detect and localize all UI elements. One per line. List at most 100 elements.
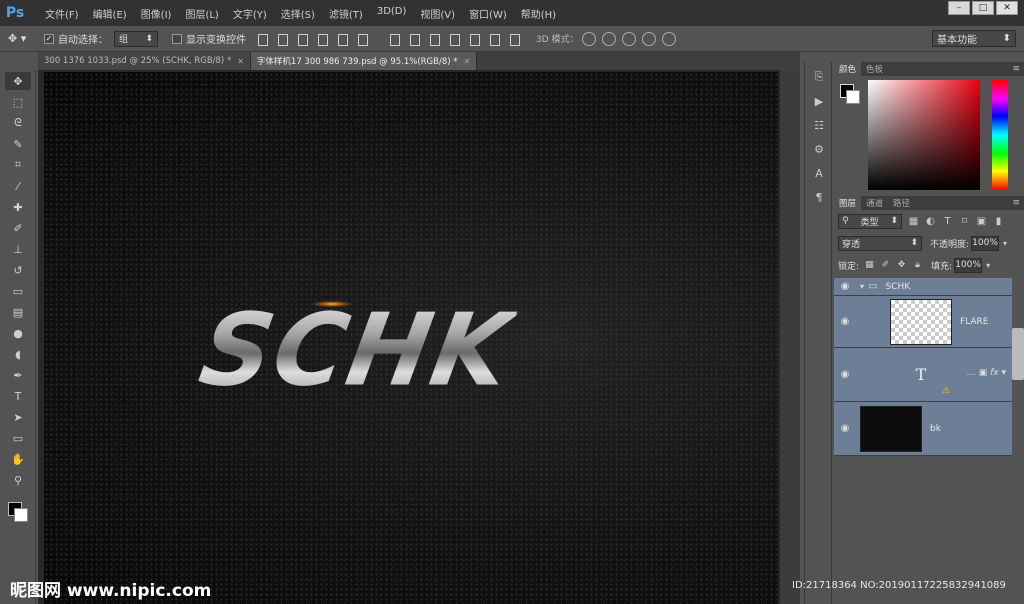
- 3d-roll-icon[interactable]: [601, 31, 616, 46]
- distribute-bottom-icon[interactable]: [427, 32, 441, 46]
- tab-swatches[interactable]: 色板: [861, 62, 888, 76]
- eye-icon[interactable]: ◉: [834, 423, 856, 434]
- tab-doc-2[interactable]: 字体样机17 300 986 739.psd @ 95.1%(RGB/8) * ✕: [250, 52, 478, 70]
- clone-stamp-tool-icon[interactable]: ⊥: [5, 240, 31, 258]
- blend-mode-dropdown[interactable]: 穿透 ⬍: [838, 235, 922, 251]
- menu-edit[interactable]: 编辑(E): [86, 6, 134, 21]
- history-brush-tool-icon[interactable]: ↺: [5, 261, 31, 279]
- 3d-rotate-icon[interactable]: [581, 31, 596, 46]
- distribute-right-icon[interactable]: [487, 32, 501, 46]
- 3d-pan-icon[interactable]: [621, 31, 636, 46]
- auto-align-icon[interactable]: [507, 32, 521, 46]
- chevron-down-icon[interactable]: ▾: [999, 236, 1011, 251]
- distribute-left-icon[interactable]: [447, 32, 461, 46]
- eye-icon[interactable]: ◉: [834, 316, 856, 327]
- align-vcenter-icon[interactable]: [275, 32, 289, 46]
- align-right-icon[interactable]: [355, 32, 369, 46]
- fx-icon[interactable]: … ▣ fx ▾: [967, 368, 1006, 378]
- menu-help[interactable]: 帮助(H): [514, 6, 563, 21]
- lock-position-icon[interactable]: ✥: [896, 260, 907, 271]
- filter-pixel-icon[interactable]: ▦: [908, 216, 919, 227]
- align-bottom-icon[interactable]: [295, 32, 309, 46]
- lock-image-icon[interactable]: ✐: [880, 260, 891, 271]
- menu-3d[interactable]: 3D(D): [370, 6, 414, 21]
- actions-panel-icon[interactable]: ▶: [809, 92, 829, 110]
- crop-tool-icon[interactable]: ⌗: [5, 156, 31, 174]
- align-top-icon[interactable]: [255, 32, 269, 46]
- eye-icon[interactable]: ◉: [834, 369, 856, 380]
- history-panel-icon[interactable]: ⎘: [809, 68, 829, 86]
- layer-text[interactable]: ◉ T ⚠ … ▣ fx ▾: [834, 348, 1012, 402]
- menu-view[interactable]: 视图(V): [413, 6, 462, 21]
- distribute-vcenter-icon[interactable]: [407, 32, 421, 46]
- blur-tool-icon[interactable]: ●: [5, 324, 31, 342]
- align-left-icon[interactable]: [315, 32, 329, 46]
- character-panel-icon[interactable]: A: [809, 164, 829, 182]
- distribute-top-icon[interactable]: [387, 32, 401, 46]
- fill-input[interactable]: 100%: [954, 257, 983, 273]
- panel-menu-icon[interactable]: ≡: [1012, 198, 1020, 208]
- brush-tool-icon[interactable]: ✐: [5, 219, 31, 237]
- distribute-hcenter-icon[interactable]: [467, 32, 481, 46]
- gradient-tool-icon[interactable]: ▤: [5, 303, 31, 321]
- menu-select[interactable]: 选择(S): [274, 6, 322, 21]
- auto-select-checkbox[interactable]: ✓: [44, 33, 54, 44]
- tool-presets-icon[interactable]: ⚙: [809, 140, 829, 158]
- close-icon[interactable]: ✕: [464, 57, 471, 66]
- filter-toggle-icon[interactable]: ▮: [993, 216, 1004, 227]
- close-button[interactable]: ✕: [996, 1, 1018, 15]
- lasso-tool-icon[interactable]: ᘓ: [5, 114, 31, 132]
- menu-type[interactable]: 文字(Y): [226, 6, 274, 21]
- menu-file[interactable]: 文件(F): [38, 6, 86, 21]
- 3d-slide-icon[interactable]: [641, 31, 656, 46]
- move-tool-icon[interactable]: ✥: [5, 72, 31, 90]
- tab-doc-1[interactable]: 300 1376 1033.psd @ 25% (SCHK, RGB/8) * ✕: [38, 52, 251, 70]
- tab-paths[interactable]: 路径: [888, 196, 915, 210]
- type-tool-icon[interactable]: T: [5, 387, 31, 405]
- dodge-tool-icon[interactable]: ◖: [5, 345, 31, 363]
- pen-tool-icon[interactable]: ✒: [5, 366, 31, 384]
- zoom-tool-icon[interactable]: ⚲: [5, 471, 31, 489]
- auto-select-dropdown[interactable]: 组 ⬍: [114, 30, 158, 47]
- color-picker-field[interactable]: [868, 80, 980, 190]
- marquee-tool-icon[interactable]: ⬚: [5, 93, 31, 111]
- opacity-input[interactable]: 100%: [971, 235, 1000, 251]
- quick-select-tool-icon[interactable]: ✎: [5, 135, 31, 153]
- layer-group-schk[interactable]: ◉ ▾ ▭ SCHK: [834, 278, 1012, 296]
- filter-type-icon[interactable]: T: [942, 216, 953, 227]
- eyedropper-tool-icon[interactable]: ⁄: [5, 177, 31, 195]
- show-transform-checkbox[interactable]: [172, 33, 182, 44]
- expand-arrow-icon[interactable]: ▾: [860, 282, 864, 291]
- filter-shape-icon[interactable]: ⌑: [959, 216, 970, 227]
- minimize-button[interactable]: –: [948, 1, 970, 15]
- document-canvas[interactable]: SCHK: [44, 72, 778, 604]
- panel-menu-icon[interactable]: ≡: [1012, 64, 1020, 74]
- tab-layers[interactable]: 图层: [834, 196, 862, 210]
- layer-flare[interactable]: ◉ FLARE: [834, 296, 1012, 348]
- paragraph-panel-icon[interactable]: ¶: [809, 188, 829, 206]
- menu-image[interactable]: 图像(I): [134, 6, 179, 21]
- lock-transparent-icon[interactable]: ▦: [864, 260, 875, 271]
- color-panel-background-swatch[interactable]: [846, 90, 860, 104]
- layers-scrollbar-thumb[interactable]: [1012, 328, 1024, 380]
- tab-color[interactable]: 颜色: [834, 62, 862, 76]
- canvas-vertical-scrollbar[interactable]: [780, 70, 800, 604]
- chevron-down-icon[interactable]: ▾: [982, 258, 994, 273]
- maximize-button[interactable]: □: [972, 1, 994, 15]
- menu-layer[interactable]: 图层(L): [178, 6, 225, 21]
- filter-adjustment-icon[interactable]: ◐: [925, 216, 936, 227]
- layer-filter-dropdown[interactable]: ⚲ 类型 ⬍: [838, 213, 902, 229]
- close-icon[interactable]: ✕: [237, 57, 244, 66]
- eye-icon[interactable]: ◉: [834, 281, 856, 292]
- hue-slider[interactable]: [992, 80, 1008, 190]
- lock-all-icon[interactable]: 🔒︎: [912, 260, 923, 271]
- menu-window[interactable]: 窗口(W): [462, 6, 514, 21]
- menu-filter[interactable]: 滤镜(T): [322, 6, 370, 21]
- hand-tool-icon[interactable]: ✋: [5, 450, 31, 468]
- tab-channels[interactable]: 通道: [861, 196, 888, 210]
- rectangle-tool-icon[interactable]: ▭: [5, 429, 31, 447]
- workspace-dropdown[interactable]: 基本功能 ⬍: [932, 30, 1016, 47]
- 3d-scale-icon[interactable]: [661, 31, 676, 46]
- align-hcenter-icon[interactable]: [335, 32, 349, 46]
- healing-brush-tool-icon[interactable]: ✚: [5, 198, 31, 216]
